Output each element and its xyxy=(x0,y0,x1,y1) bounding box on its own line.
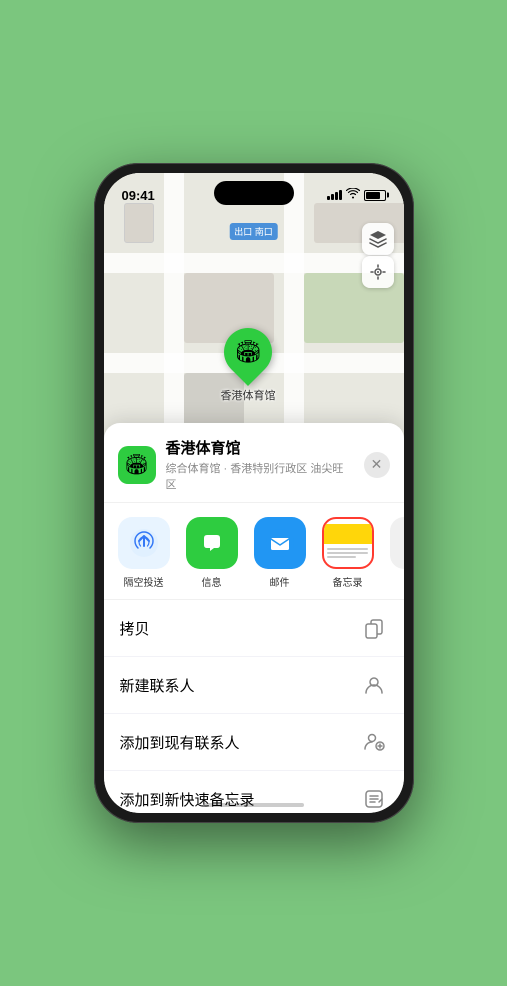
menu-item-add-contact-label: 添加到现有联系人 xyxy=(120,732,240,753)
menu-item-copy[interactable]: 拷贝 xyxy=(104,600,404,657)
new-contact-icon xyxy=(360,671,388,699)
venue-icon: 🏟 xyxy=(118,446,156,484)
mail-label: 邮件 xyxy=(270,574,290,589)
pin-emoji: 🏟 xyxy=(234,339,262,365)
menu-item-new-contact[interactable]: 新建联系人 xyxy=(104,657,404,714)
more-icon xyxy=(390,517,404,569)
venue-name: 香港体育馆 xyxy=(166,437,354,458)
dynamic-island xyxy=(214,181,294,205)
phone-frame: 09:41 xyxy=(94,163,414,823)
venue-subtitle: 综合体育馆 · 香港特别行政区 油尖旺区 xyxy=(166,460,354,492)
map-button-layer xyxy=(362,223,394,288)
notes-icon xyxy=(322,517,374,569)
menu-items: 拷贝 新建联系人 xyxy=(104,600,404,813)
share-item-more[interactable]: 更多 xyxy=(386,517,404,589)
phone-screen: 09:41 xyxy=(104,173,404,813)
map-label-text: 出口 南口 xyxy=(229,223,278,240)
venue-info: 香港体育馆 综合体育馆 · 香港特别行政区 油尖旺区 xyxy=(166,437,354,492)
map-location-button[interactable] xyxy=(362,256,394,288)
messages-icon xyxy=(186,517,238,569)
airdrop-label: 隔空投送 xyxy=(124,574,164,589)
share-item-notes[interactable]: 备忘录 xyxy=(318,517,378,589)
close-button[interactable]: ✕ xyxy=(364,452,390,478)
bottom-sheet: 🏟 香港体育馆 综合体育馆 · 香港特别行政区 油尖旺区 ✕ xyxy=(104,423,404,813)
menu-item-new-contact-label: 新建联系人 xyxy=(120,675,195,696)
quick-note-icon xyxy=(360,785,388,813)
airdrop-icon xyxy=(118,517,170,569)
status-time: 09:41 xyxy=(122,188,155,203)
notes-label: 备忘录 xyxy=(333,574,363,589)
pin-label: 香港体育馆 xyxy=(221,387,276,403)
copy-icon xyxy=(360,614,388,642)
battery-icon xyxy=(364,190,386,201)
map-label: 出口 南口 xyxy=(229,223,278,240)
signal-bars-icon xyxy=(327,190,342,200)
status-icons xyxy=(327,188,386,202)
share-item-messages[interactable]: 信息 xyxy=(182,517,242,589)
battery-fill xyxy=(366,192,380,199)
pin-circle: 🏟 xyxy=(214,318,282,386)
mail-icon xyxy=(254,517,306,569)
sheet-header: 🏟 香港体育馆 综合体育馆 · 香港特别行政区 油尖旺区 ✕ xyxy=(104,423,404,503)
add-contact-icon xyxy=(360,728,388,756)
home-indicator xyxy=(204,803,304,807)
menu-item-add-contact[interactable]: 添加到现有联系人 xyxy=(104,714,404,771)
share-item-mail[interactable]: 邮件 xyxy=(250,517,310,589)
map-layers-button[interactable] xyxy=(362,223,394,255)
location-pin: 🏟 香港体育馆 xyxy=(221,328,276,403)
share-row: 隔空投送 信息 xyxy=(104,503,404,600)
messages-label: 信息 xyxy=(202,574,222,589)
share-item-airdrop[interactable]: 隔空投送 xyxy=(114,517,174,589)
wifi-icon xyxy=(346,188,360,202)
menu-item-copy-label: 拷贝 xyxy=(120,618,150,639)
